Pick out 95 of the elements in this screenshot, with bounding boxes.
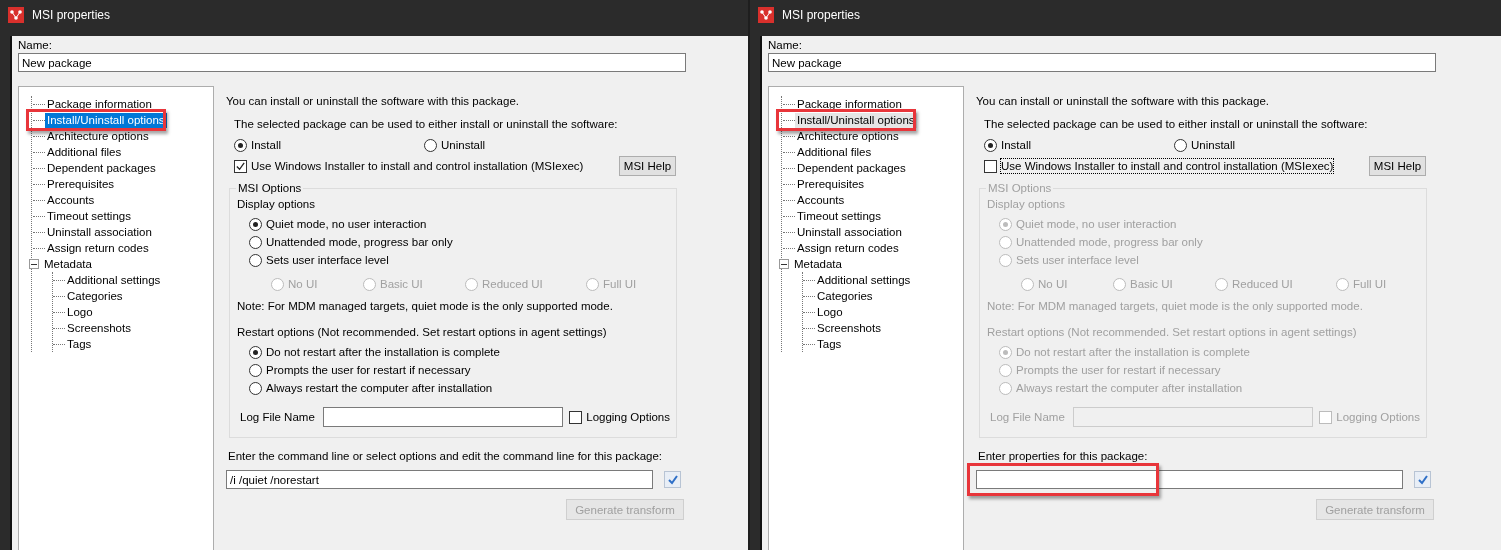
section-label: Restart options (Not recommended. Set restart options in agent settings) — [987, 325, 1358, 339]
tree-item[interactable]: Assign return codes — [45, 240, 151, 256]
radio-button[interactable] — [249, 381, 262, 395]
name-label: Name: — [18, 38, 53, 52]
radio-button[interactable] — [249, 217, 262, 231]
tree-item[interactable]: Architecture options — [795, 128, 901, 144]
expander-icon[interactable] — [779, 259, 789, 269]
field-label: Log File Name — [990, 411, 1066, 423]
radio-label[interactable]: Install — [1001, 138, 1032, 152]
checkbox-label[interactable]: Use Windows Installer to install and control installation (MSIexec) — [251, 159, 584, 173]
note-text: Note: For MDM managed targets, quiet mode is the only supported mode. — [987, 299, 1364, 313]
tree-item[interactable]: Accounts — [45, 192, 97, 208]
note-text: Note: For MDM managed targets, quiet mode is the only supported mode. — [237, 299, 614, 313]
command-field[interactable]: /i /quiet /norestart — [226, 470, 653, 489]
field-label: Log File Name — [240, 411, 316, 423]
radio-button[interactable] — [249, 235, 262, 249]
radio-button[interactable] — [1174, 138, 1187, 152]
tree-item[interactable]: Uninstall association — [795, 224, 904, 240]
window-title: MSI properties — [32, 8, 111, 22]
help-button[interactable]: MSI Help — [619, 156, 676, 176]
tree-item[interactable]: Additional settings — [65, 272, 163, 288]
apply-button[interactable] — [1414, 471, 1431, 488]
app-icon — [758, 7, 774, 23]
radio-label[interactable]: Prompts the user for restart if necessary — [266, 363, 471, 377]
tree-item[interactable]: Additional settings — [815, 272, 913, 288]
intro-text: You can install or uninstall the software with this package. — [976, 94, 1270, 108]
checkbox-label[interactable]: Use Windows Installer to install and control installation (MSIexec) — [1001, 159, 1334, 173]
radio-label[interactable]: Uninstall — [1191, 138, 1236, 152]
name-label: Name: — [768, 38, 803, 52]
tree-item[interactable]: Install/Uninstall options — [795, 112, 917, 128]
app-icon — [8, 7, 24, 23]
radio-label[interactable]: Unattended mode, progress bar only — [266, 235, 453, 249]
radio-label[interactable]: Uninstall — [441, 138, 486, 152]
radio-label[interactable]: Install — [251, 138, 282, 152]
radio-button[interactable] — [249, 253, 262, 267]
radio-button[interactable] — [586, 277, 599, 291]
tree-item[interactable]: Package information — [45, 96, 154, 112]
name-field[interactable]: New package — [18, 53, 686, 72]
intro-text: You can install or uninstall the software with this package. — [226, 94, 520, 108]
tree-item[interactable]: Dependent packages — [45, 160, 158, 176]
tree-item[interactable]: Timeout settings — [45, 208, 133, 224]
group-title: MSI Options — [236, 181, 304, 195]
tree-item[interactable]: Additional files — [45, 144, 124, 160]
radio-label[interactable]: Do not restart after the installation is complete — [266, 345, 500, 359]
tree-item[interactable]: Tags — [815, 336, 844, 352]
tree-item[interactable]: Screenshots — [815, 320, 883, 336]
expander-icon[interactable] — [29, 259, 39, 269]
tree-item[interactable]: Assign return codes — [795, 240, 901, 256]
section-label: Display options — [987, 197, 1066, 211]
tree-item[interactable]: Tags — [65, 336, 94, 352]
checkbox[interactable] — [569, 410, 583, 424]
mode-prompt: The selected package can be used to either install or uninstall the software: — [234, 117, 619, 131]
checkbox-label[interactable]: Logging Options — [586, 410, 670, 424]
section-label: Restart options (Not recommended. Set restart options in agent settings) — [237, 325, 608, 339]
window-title: MSI properties — [782, 8, 861, 22]
name-field[interactable]: New package — [768, 53, 1436, 72]
tree-item[interactable]: Additional files — [795, 144, 874, 160]
apply-button[interactable] — [664, 471, 681, 488]
radio-label[interactable]: Quiet mode, no user interaction — [266, 217, 427, 231]
tree-item[interactable]: Package information — [795, 96, 904, 112]
command-field[interactable] — [976, 470, 1403, 489]
checkbox[interactable] — [984, 159, 997, 173]
tree-item[interactable]: Categories — [65, 288, 125, 304]
radio-button[interactable] — [465, 277, 478, 291]
tree-item[interactable]: Logo — [815, 304, 845, 320]
field-label: Enter properties for this package: — [978, 449, 1149, 463]
tree-item[interactable]: Install/Uninstall options — [45, 112, 167, 128]
tree-item[interactable]: Dependent packages — [795, 160, 908, 176]
radio-button[interactable] — [424, 138, 437, 152]
radio-button[interactable] — [249, 363, 262, 377]
section-label: Display options — [237, 197, 316, 211]
tree-item[interactable]: Prerequisites — [45, 176, 117, 192]
radio-button[interactable] — [271, 277, 284, 291]
checkbox[interactable] — [234, 159, 247, 173]
tree-item[interactable]: Metadata — [42, 256, 94, 272]
group-title: MSI Options — [986, 181, 1054, 195]
tree-item[interactable]: Categories — [815, 288, 875, 304]
radio-label[interactable]: Sets user interface level — [266, 253, 389, 267]
radio-button[interactable] — [363, 277, 376, 291]
radio-button[interactable] — [249, 345, 262, 359]
tree-item[interactable]: Uninstall association — [45, 224, 154, 240]
mode-prompt: The selected package can be used to either install or uninstall the software: — [984, 117, 1369, 131]
radio-button[interactable] — [234, 138, 247, 152]
radio-button[interactable] — [984, 138, 997, 152]
tree-item[interactable]: Prerequisites — [795, 176, 867, 192]
field-label: Enter the command line or select options and edit the command line for this package: — [228, 449, 664, 463]
log-file-field[interactable] — [323, 407, 564, 427]
help-button[interactable]: MSI Help — [1369, 156, 1426, 176]
radio-label[interactable]: Always restart the computer after installation — [266, 381, 493, 395]
tree-item[interactable]: Screenshots — [65, 320, 133, 336]
tree-item[interactable]: Logo — [65, 304, 95, 320]
tree-item[interactable]: Metadata — [792, 256, 844, 272]
tree-item[interactable]: Timeout settings — [795, 208, 883, 224]
tree-item[interactable]: Architecture options — [45, 128, 151, 144]
tree-item[interactable]: Accounts — [795, 192, 847, 208]
